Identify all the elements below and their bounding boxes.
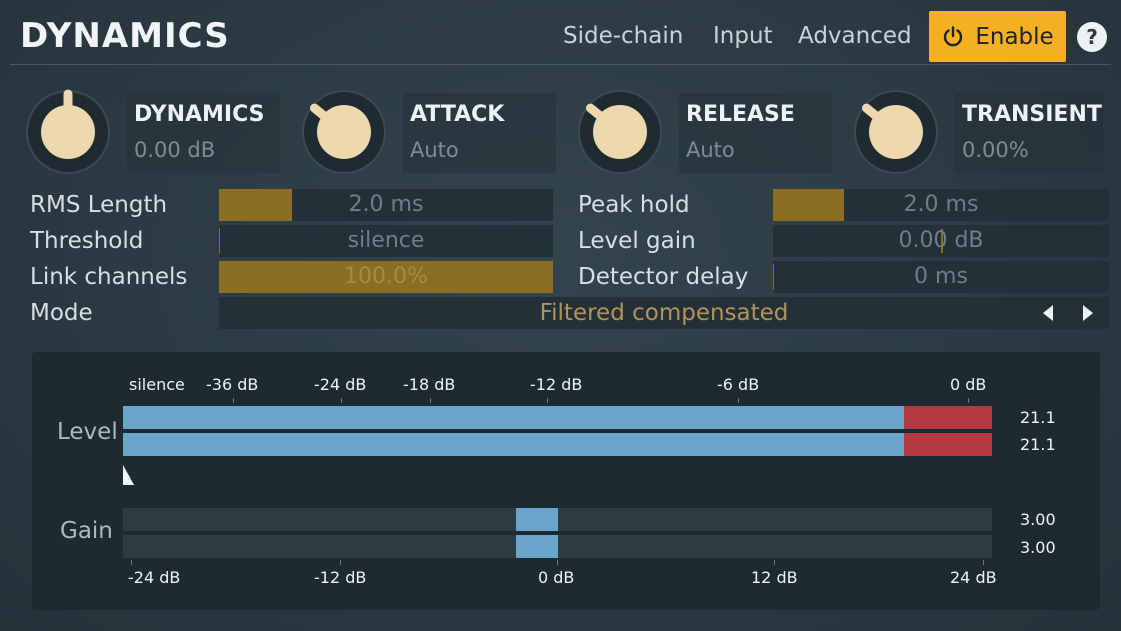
level-bar-right-blue [123,433,904,456]
rms-length-label: RMS Length [30,192,168,218]
header-divider [10,64,1111,65]
knob-transient-label: TRANSIENT [962,102,1102,127]
detector-delay-slider[interactable]: 0 ms [773,261,1109,293]
enable-button[interactable]: Enable [929,11,1066,62]
knob-attack-value: Auto [410,138,459,162]
level-tick [430,398,431,403]
level-scale-0: 0 dB [950,375,987,394]
level-scale-minus36: -36 dB [206,375,259,394]
gain-scale-minus24: -24 dB [128,568,181,587]
peak-hold-value: 2.0 ms [903,192,979,217]
gain-bar-left-fill [516,508,558,531]
threshold-handle-icon[interactable] [122,464,136,486]
link-channels-value: 100.0% [344,264,428,289]
mode-label: Mode [30,300,93,326]
level-bar-left-blue [123,406,904,429]
level-tick [233,398,234,403]
gain-tick [983,560,984,565]
knob-transient-value: 0.00% [962,138,1029,162]
level-bar-left [123,406,992,429]
enable-label: Enable [975,23,1054,50]
help-button[interactable]: ? [1077,22,1107,52]
gain-bar-right [123,535,992,558]
level-scale-minus12: -12 dB [530,375,583,394]
dynamics-plugin-window: DYNAMICS Side-chain Input Advanced Enabl… [0,0,1121,631]
level-tick [738,398,739,403]
knob-release-value: Auto [686,138,735,162]
level-scale-minus6: -6 dB [717,375,760,394]
threshold-slider[interactable]: silence [219,225,553,257]
level-scale-silence: silence [129,375,185,394]
tab-side-chain[interactable]: Side-chain [563,20,683,52]
gain-bar-left [123,508,992,531]
rms-length-slider[interactable]: 2.0 ms [219,189,553,221]
gain-value-left: 3.00 [1020,510,1056,529]
peak-hold-label: Peak hold [578,192,690,218]
gain-tick [557,560,558,565]
level-tick [968,398,969,403]
gain-tick [340,560,341,565]
gain-scale-24: 24 dB [950,568,997,587]
level-bar-right-red [904,433,992,456]
knob-transient[interactable] [853,89,939,175]
level-meter-label: Level [57,419,118,445]
level-tick [341,398,342,403]
level-gain-slider[interactable]: 0.00 dB [773,225,1109,257]
gain-scale-minus12: -12 dB [314,568,367,587]
gain-scale-0: 0 dB [538,568,575,587]
gain-tick [131,560,132,565]
level-value-right: 21.1 [1020,435,1056,454]
gain-scale-12: 12 dB [751,568,798,587]
level-scale-minus18: -18 dB [403,375,456,394]
detector-delay-value: 0 ms [914,264,968,289]
tab-input[interactable]: Input [713,20,773,52]
mode-value: Filtered compensated [539,300,789,326]
level-scale-minus24: -24 dB [314,375,367,394]
knob-attack-label: ATTACK [410,102,505,127]
level-gain-label: Level gain [578,228,696,254]
level-gain-value: 0.00 dB [898,228,984,253]
tab-advanced[interactable]: Advanced [798,20,912,52]
knob-dynamics-value: 0.00 dB [134,138,216,162]
knob-release-label: RELEASE [686,102,795,127]
link-channels-slider[interactable]: 100.0% [219,261,553,293]
level-bar-left-red [904,406,992,429]
mode-selector[interactable]: Filtered compensated [219,297,1109,329]
link-channels-label: Link channels [30,264,188,290]
mode-prev-arrow-icon[interactable] [1043,305,1053,321]
rms-length-value: 2.0 ms [348,192,424,217]
mode-next-arrow-icon[interactable] [1083,305,1093,321]
knob-release[interactable] [577,89,663,175]
level-bar-right [123,433,992,456]
plugin-title: DYNAMICS [20,16,230,56]
level-value-left: 21.1 [1020,408,1056,427]
detector-delay-label: Detector delay [578,264,749,290]
gain-value-right: 3.00 [1020,538,1056,557]
peak-hold-slider[interactable]: 2.0 ms [773,189,1109,221]
knob-dynamics[interactable] [25,89,111,175]
gain-bar-right-fill [516,535,558,558]
threshold-value: silence [347,228,425,253]
knob-attack[interactable] [301,89,387,175]
threshold-label: Threshold [30,228,144,254]
gain-tick [774,560,775,565]
power-icon [944,25,963,46]
gain-meter-label: Gain [60,518,113,544]
knob-dynamics-label: DYNAMICS [134,102,265,127]
level-tick [547,398,548,403]
